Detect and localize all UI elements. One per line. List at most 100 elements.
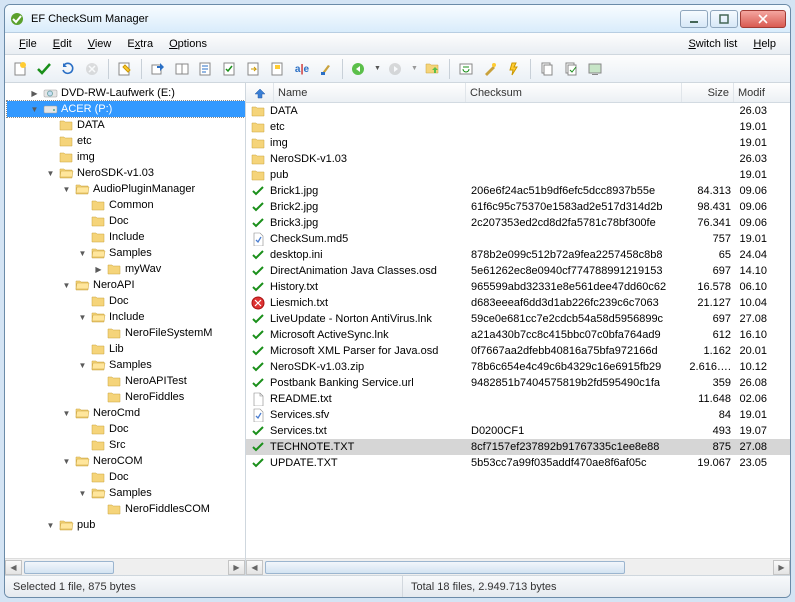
tool-stop-icon[interactable] <box>81 58 103 80</box>
tree-item[interactable]: ▼Include <box>7 309 245 325</box>
tree-item[interactable]: NeroFileSystemM <box>7 325 245 341</box>
tool-doc-arrow-icon[interactable] <box>243 58 265 80</box>
tool-copy-check-icon[interactable] <box>560 58 582 80</box>
scroll-left-icon[interactable]: ◀ <box>246 560 263 575</box>
list-item[interactable]: Postbank Banking Service.url9482851b7404… <box>246 375 790 391</box>
expander-icon[interactable]: ▼ <box>45 168 56 179</box>
maximize-button[interactable] <box>710 10 738 28</box>
expander-icon[interactable] <box>77 344 88 355</box>
tree-item[interactable]: ▼ACER (P:) <box>7 101 245 117</box>
scroll-right-icon[interactable]: ▶ <box>228 560 245 575</box>
minimize-button[interactable] <box>680 10 708 28</box>
tree-item[interactable]: etc <box>7 133 245 149</box>
title-bar[interactable]: EF CheckSum Manager <box>5 5 790 33</box>
tree-item[interactable]: ▼NeroAPI <box>7 277 245 293</box>
tool-copy-icon[interactable] <box>536 58 558 80</box>
expander-icon[interactable] <box>77 472 88 483</box>
expander-icon[interactable] <box>45 120 56 131</box>
tool-up-icon[interactable] <box>422 58 444 80</box>
tree-item[interactable]: ▼NeroCmd <box>7 405 245 421</box>
tree-item[interactable]: ▶myWav <box>7 261 245 277</box>
tree-item[interactable]: Common <box>7 197 245 213</box>
tree-item[interactable]: NeroAPITest <box>7 373 245 389</box>
tree-item[interactable]: ▼Samples <box>7 245 245 261</box>
folder-tree[interactable]: ▶DVD-RW-Laufwerk (E:)▼ACER (P:)DATAetcim… <box>5 83 245 558</box>
expander-icon[interactable] <box>45 136 56 147</box>
expander-icon[interactable] <box>77 296 88 307</box>
expander-icon[interactable] <box>77 200 88 211</box>
expander-icon[interactable] <box>93 504 104 515</box>
list-item[interactable]: README.txt11.64802.06 <box>246 391 790 407</box>
tool-edit-icon[interactable] <box>114 58 136 80</box>
tool-verify-icon[interactable] <box>33 58 55 80</box>
tree-item[interactable]: Lib <box>7 341 245 357</box>
tree-item[interactable]: Doc <box>7 469 245 485</box>
col-name[interactable]: Name <box>274 83 466 102</box>
expander-icon[interactable] <box>77 216 88 227</box>
menu-file[interactable]: File <box>11 36 45 52</box>
tool-clean-icon[interactable] <box>315 58 337 80</box>
expander-icon[interactable]: ▼ <box>61 456 72 467</box>
col-up[interactable] <box>246 83 274 102</box>
list-item[interactable]: Microsoft ActiveSync.lnka21a430b7cc8c415… <box>246 327 790 343</box>
tree-item[interactable]: Doc <box>7 213 245 229</box>
list-item[interactable]: desktop.ini878b2e099c512b72a9fea2257458c… <box>246 247 790 263</box>
tree-item[interactable]: DATA <box>7 117 245 133</box>
list-item[interactable]: Liesmich.txtd683eeeaf6dd3d1ab226fc239c6c… <box>246 295 790 311</box>
expander-icon[interactable] <box>77 424 88 435</box>
tree-hscrollbar[interactable]: ◀ ▶ <box>5 558 245 575</box>
tool-wand-icon[interactable] <box>479 58 501 80</box>
expander-icon[interactable]: ▼ <box>61 280 72 291</box>
expander-icon[interactable]: ▼ <box>61 184 72 195</box>
list-item[interactable]: NeroSDK-v1.03.zip78b6c654e4c49c6b4329c16… <box>246 359 790 375</box>
tree-item[interactable]: ▼pub <box>7 517 245 533</box>
list-item[interactable]: History.txt965599abd32331e8e561dee47dd60… <box>246 279 790 295</box>
list-item[interactable]: TECHNOTE.TXT8cf7157ef237892b91767335c1ee… <box>246 439 790 455</box>
expander-icon[interactable]: ▼ <box>77 360 88 371</box>
expander-icon[interactable]: ▼ <box>61 408 72 419</box>
expander-icon[interactable]: ▼ <box>77 248 88 259</box>
expander-icon[interactable]: ▼ <box>45 520 56 531</box>
tool-doc-flag-icon[interactable] <box>267 58 289 80</box>
expander-icon[interactable] <box>93 392 104 403</box>
list-item[interactable]: UPDATE.TXT5b53cc7a99f035addf470ae8f6af05… <box>246 455 790 471</box>
menu-switch-list[interactable]: Switch list <box>680 36 745 52</box>
expander-icon[interactable] <box>45 152 56 163</box>
expander-icon[interactable]: ▶ <box>93 264 104 275</box>
tree-item[interactable]: ▼Samples <box>7 357 245 373</box>
tool-doc-check-icon[interactable] <box>219 58 241 80</box>
expander-icon[interactable]: ▼ <box>29 104 40 115</box>
scroll-right-icon[interactable]: ▶ <box>773 560 790 575</box>
tool-bolt-icon[interactable] <box>503 58 525 80</box>
expander-icon[interactable]: ▼ <box>77 312 88 323</box>
tree-item[interactable]: img <box>7 149 245 165</box>
menu-help[interactable]: Help <box>745 36 784 52</box>
list-item[interactable]: DATA26.03 <box>246 103 790 119</box>
expander-icon[interactable]: ▼ <box>77 488 88 499</box>
tool-rename-icon[interactable]: a|e <box>291 58 313 80</box>
tree-item[interactable]: NeroFiddles <box>7 389 245 405</box>
tree-item[interactable]: Src <box>7 437 245 453</box>
scroll-left-icon[interactable]: ◀ <box>5 560 22 575</box>
list-item[interactable]: CheckSum.md575719.01 <box>246 231 790 247</box>
list-item[interactable]: NeroSDK-v1.0326.03 <box>246 151 790 167</box>
menu-options[interactable]: Options <box>161 36 215 52</box>
expander-icon[interactable] <box>93 328 104 339</box>
list-item[interactable]: Services.sfv8419.01 <box>246 407 790 423</box>
tool-export-icon[interactable] <box>147 58 169 80</box>
list-hscrollbar[interactable]: ◀ ▶ <box>246 558 790 575</box>
tool-props-icon[interactable] <box>195 58 217 80</box>
list-item[interactable]: Brick3.jpg2c207353ed2cd8d2fa5781c78bf300… <box>246 215 790 231</box>
tree-item[interactable]: Doc <box>7 421 245 437</box>
list-item[interactable]: DirectAnimation Java Classes.osd5e61262e… <box>246 263 790 279</box>
tool-refresh-icon[interactable] <box>57 58 79 80</box>
tool-screen-icon[interactable] <box>584 58 606 80</box>
expander-icon[interactable] <box>93 376 104 387</box>
tree-item[interactable]: ▼Samples <box>7 485 245 501</box>
col-modified[interactable]: Modif <box>734 83 770 102</box>
tree-item[interactable]: ▼NeroSDK-v1.03 <box>7 165 245 181</box>
tree-item[interactable]: ▶DVD-RW-Laufwerk (E:) <box>7 85 245 101</box>
close-button[interactable] <box>740 10 786 28</box>
menu-extra[interactable]: Extra <box>119 36 161 52</box>
tree-item[interactable]: Include <box>7 229 245 245</box>
